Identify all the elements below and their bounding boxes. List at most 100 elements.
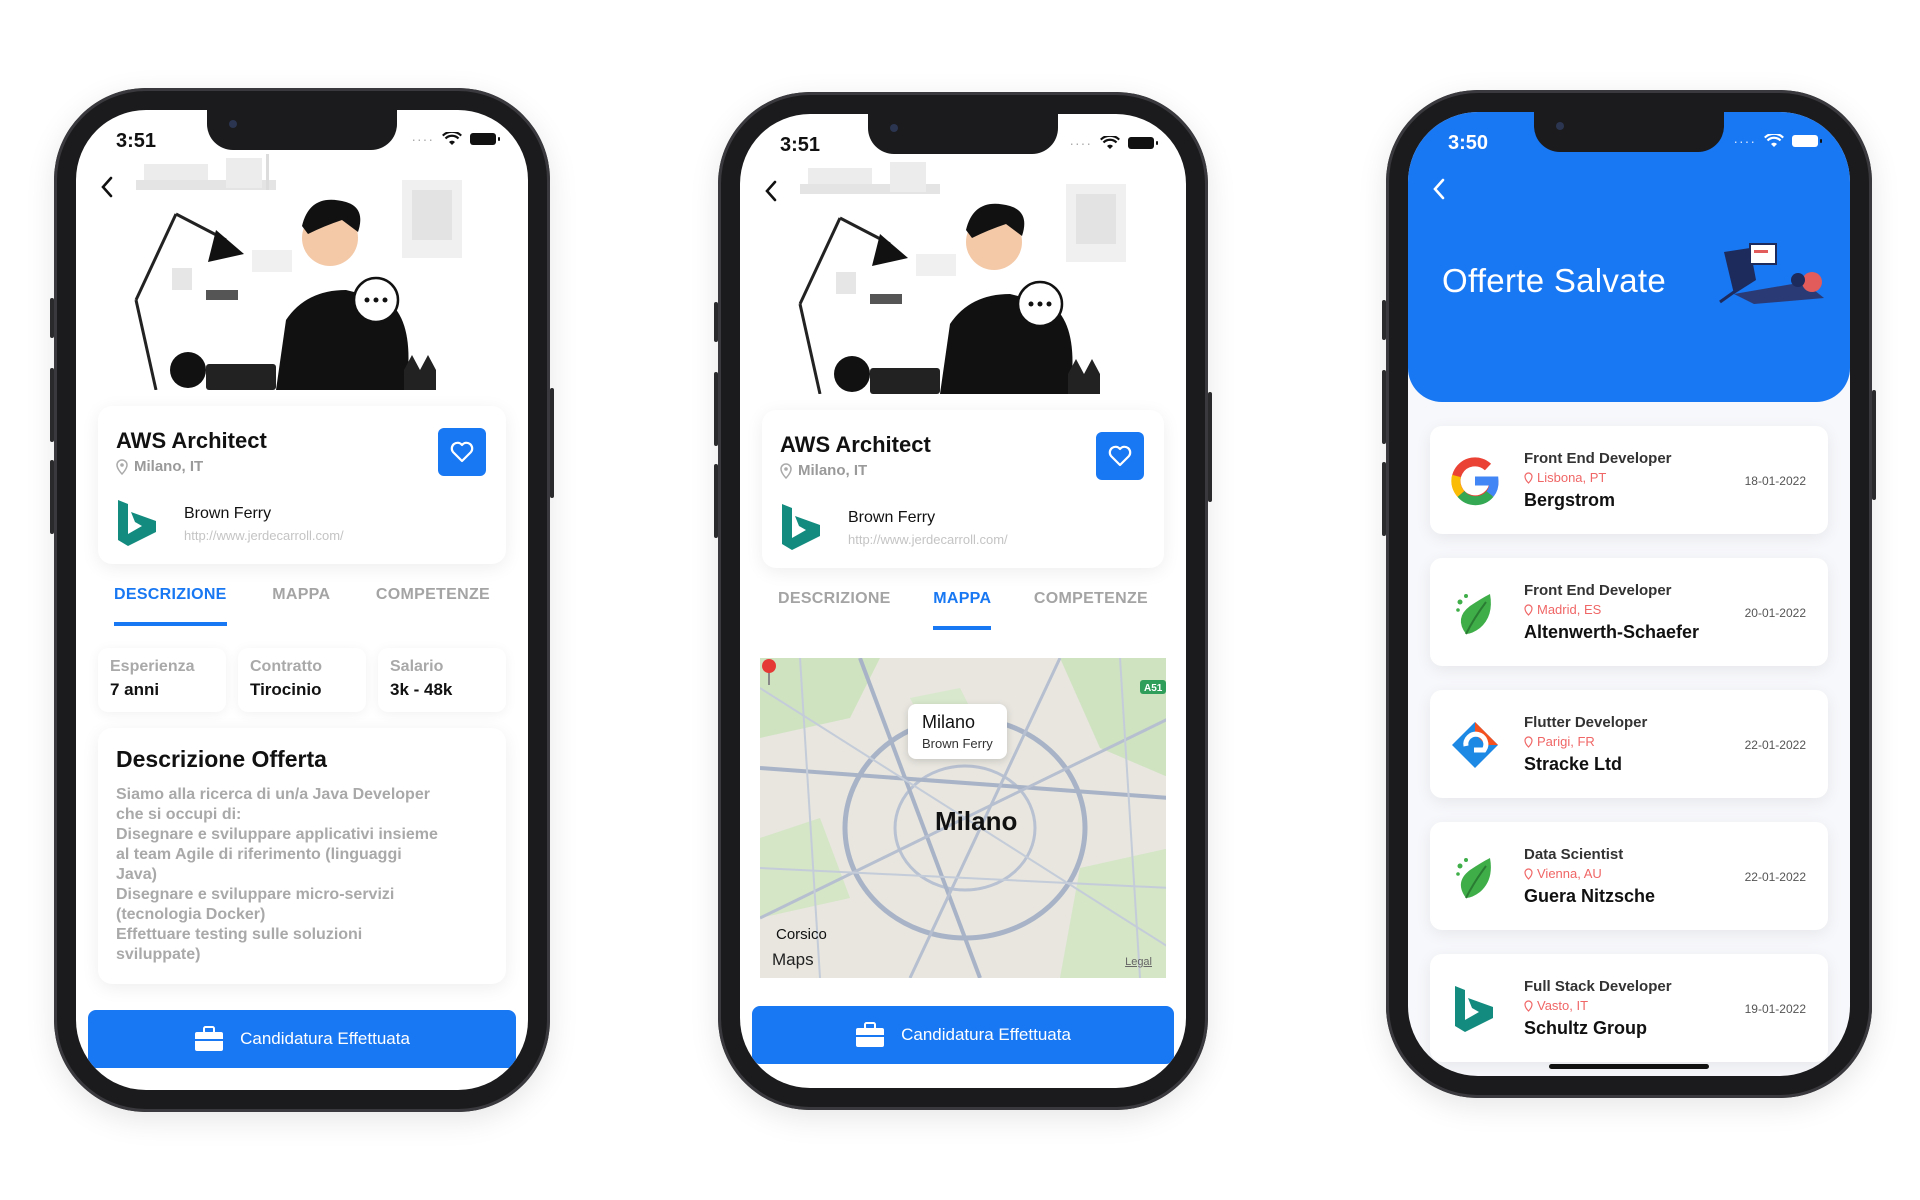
offer-date: 19-01-2022 xyxy=(1744,1002,1806,1016)
location-pin-icon xyxy=(1524,999,1533,1012)
tab-mappa[interactable]: MAPPA xyxy=(933,590,992,630)
saved-offer-card[interactable]: Front End Developer Madrid, ES Altenwert… xyxy=(1430,558,1828,666)
bing-logo-icon xyxy=(118,500,156,546)
back-button[interactable] xyxy=(90,170,124,204)
google-logo-icon xyxy=(1451,457,1499,506)
description-line: Siamo alla ricerca di un/a Java Develope… xyxy=(116,786,430,803)
location-pin-icon xyxy=(116,458,128,475)
location-pin-icon xyxy=(1524,471,1533,484)
map-callout[interactable]: Milano Brown Ferry xyxy=(908,704,1007,759)
description-line: sviluppate) xyxy=(116,946,201,963)
offer-role: Front End Developer xyxy=(1524,582,1672,599)
offer-location: Parigi, FR xyxy=(1524,734,1595,749)
offer-role: Data Scientist xyxy=(1524,846,1624,863)
offer-role: Flutter Developer xyxy=(1524,714,1648,731)
map-city-label: Milano xyxy=(935,806,1018,836)
edge-logo-icon xyxy=(1452,722,1498,768)
back-button[interactable] xyxy=(754,174,788,208)
offer-company: Guera Nitzsche xyxy=(1524,886,1656,906)
tab-mappa[interactable]: MAPPA xyxy=(272,586,330,626)
description-line: Java) xyxy=(116,866,157,883)
screen: 3:51 ···· AWS Architect Milano, IT Brown… xyxy=(740,114,1186,1088)
tab-competenze[interactable]: COMPETENZE xyxy=(376,586,490,626)
briefcase-icon xyxy=(195,1026,224,1051)
location-pin-icon xyxy=(780,462,792,479)
offer-date: 22-01-2022 xyxy=(1744,738,1806,752)
offer-date: 18-01-2022 xyxy=(1744,474,1806,488)
description-card: Descrizione Offerta Siamo alla ricerca d… xyxy=(98,728,506,984)
offer-role: Full Stack Developer xyxy=(1524,978,1672,995)
maps-brand-text: Maps xyxy=(772,950,814,969)
saved-offers-list: Front End Developer Lisbona, PT Bergstro… xyxy=(1430,426,1828,1076)
company-url[interactable]: http://www.jerdecarroll.com/ xyxy=(184,528,344,543)
apply-button-label: Candidatura Effettuata xyxy=(240,1029,410,1048)
map-pin-icon[interactable] xyxy=(760,658,778,686)
favorite-button[interactable] xyxy=(1096,432,1144,480)
offer-company: Altenwerth-Schaefer xyxy=(1524,622,1700,642)
job-title: AWS Architect xyxy=(116,428,267,453)
maps-brand: Maps xyxy=(772,950,814,970)
saved-offer-card[interactable]: Front End Developer Lisbona, PT Bergstro… xyxy=(1430,426,1828,534)
favorite-button[interactable] xyxy=(438,428,486,476)
leaf-logo-icon xyxy=(1456,594,1491,635)
company-url[interactable]: http://www.jerdecarroll.com/ xyxy=(848,532,1008,547)
map-suburb-label: Corsico xyxy=(776,926,827,943)
wifi-icon xyxy=(1764,134,1784,147)
location-pin-icon xyxy=(1524,867,1533,880)
description-line: (tecnologia Docker) xyxy=(116,906,266,923)
info-salary: Salario 3k - 48k xyxy=(378,648,506,712)
info-experience: Esperienza 7 anni xyxy=(98,648,226,712)
offer-role: Front End Developer xyxy=(1524,450,1672,467)
description-title: Descrizione Offerta xyxy=(116,746,327,772)
apply-button[interactable]: Candidatura Effettuata xyxy=(752,1006,1174,1064)
info-row: Esperienza 7 anni Contratto Tirocinio Sa… xyxy=(98,648,506,712)
leaf-logo-icon xyxy=(1456,858,1491,899)
apply-button-label: Candidatura Effettuata xyxy=(901,1025,1071,1044)
reading-person-illustration xyxy=(1719,243,1824,304)
back-button[interactable] xyxy=(1422,172,1456,206)
job-location: Milano, IT xyxy=(116,458,203,475)
bing-logo-icon xyxy=(782,504,820,550)
offer-company: Stracke Ltd xyxy=(1524,754,1623,774)
home-indicator xyxy=(1549,1064,1709,1069)
signal-icon: ···· xyxy=(1069,135,1092,151)
detail-tabs: DESCRIZIONE MAPPA COMPETENZE xyxy=(762,590,1164,630)
notch xyxy=(868,114,1058,154)
battery-icon xyxy=(1128,137,1158,149)
heart-icon xyxy=(1108,445,1132,467)
map-legal-link[interactable]: Legal xyxy=(1125,956,1152,968)
saved-offer-card[interactable]: Data Scientist Vienna, AU Guera Nitzsche… xyxy=(1430,822,1828,930)
location-pin-icon xyxy=(1524,603,1533,616)
tab-descrizione[interactable]: DESCRIZIONE xyxy=(778,590,891,630)
phone-saved-offers: Offerte Salvate 3:50 ···· Front End Deve… xyxy=(1382,90,1876,1098)
tab-competenze[interactable]: COMPETENZE xyxy=(1034,590,1148,630)
description-line: Disegnare e sviluppare micro-servizi xyxy=(116,886,395,903)
apply-button[interactable]: Candidatura Effettuata xyxy=(88,1010,516,1068)
chevron-left-icon xyxy=(101,176,113,198)
page-title: Offerte Salvate xyxy=(1442,262,1667,299)
offer-location: Madrid, ES xyxy=(1524,602,1601,617)
map-view[interactable]: A51 Milano Brown Ferry Milano Corsico Ma… xyxy=(760,658,1166,978)
description-text: Siamo alla ricerca di un/a Java Develope… xyxy=(116,785,488,965)
job-title: AWS Architect xyxy=(780,432,931,457)
offer-location-text: Vienna, AU xyxy=(1537,866,1602,881)
info-label: Contratto xyxy=(250,658,322,675)
battery-icon xyxy=(470,133,500,145)
offer-location-text: Parigi, FR xyxy=(1537,734,1595,749)
job-card: AWS Architect Milano, IT Brown Ferry htt… xyxy=(762,410,1164,568)
company-name: Brown Ferry xyxy=(848,509,936,526)
briefcase-icon xyxy=(856,1022,885,1047)
screen: 3:51 ···· AWS Architect Milano, IT Brown… xyxy=(76,110,528,1090)
hero-illustration xyxy=(76,150,528,391)
detail-tabs: DESCRIZIONE MAPPA COMPETENZE xyxy=(98,586,506,626)
phone-detail-map: 3:51 ···· AWS Architect Milano, IT Brown… xyxy=(714,92,1212,1110)
highway-badge: A51 xyxy=(1144,683,1163,694)
tab-descrizione[interactable]: DESCRIZIONE xyxy=(114,586,227,626)
saved-offer-card[interactable]: Flutter Developer Parigi, FR Stracke Ltd… xyxy=(1430,690,1828,798)
info-value: 3k - 48k xyxy=(390,680,453,699)
heart-icon xyxy=(450,441,474,463)
notch xyxy=(207,110,397,150)
saved-offer-card[interactable]: Full Stack Developer Vasto, IT Schultz G… xyxy=(1430,954,1828,1062)
status-time: 3:51 xyxy=(780,134,821,156)
offer-location-text: Lisbona, PT xyxy=(1537,470,1607,485)
